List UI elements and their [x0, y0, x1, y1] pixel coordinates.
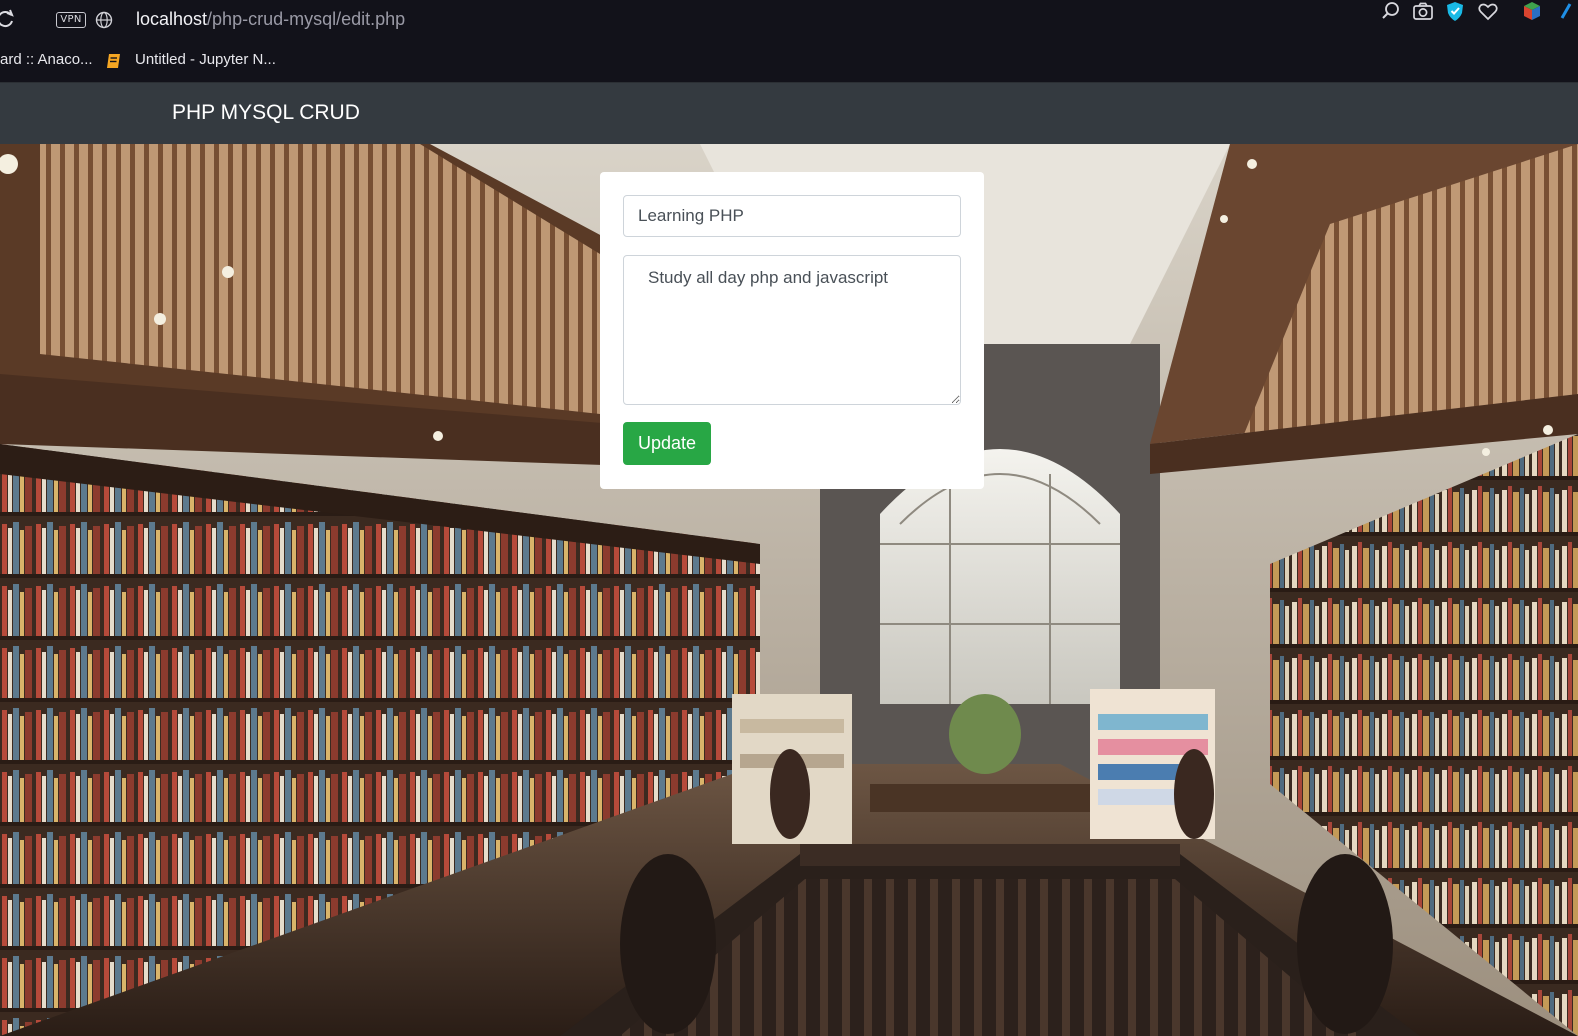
update-button[interactable]: Update: [623, 422, 711, 465]
address-bar: VPN localhost/php-crud-mysql/edit.php: [0, 0, 1578, 40]
menu-icon[interactable]: [1558, 0, 1578, 22]
bookmark-anaconda[interactable]: ard :: Anaco...: [0, 51, 93, 68]
title-input[interactable]: [623, 195, 961, 237]
bookmark-jupyter[interactable]: Untitled - Jupyter N...: [135, 51, 276, 68]
edit-form-card: Study all day php and javascript Update: [600, 172, 984, 489]
url-path: /php-crud-mysql/edit.php: [207, 9, 406, 29]
globe-icon: [95, 11, 113, 29]
url-host: localhost: [136, 9, 208, 29]
reload-icon[interactable]: [0, 9, 14, 29]
camera-icon[interactable]: [1412, 0, 1434, 22]
search-icon[interactable]: [1380, 0, 1402, 22]
shield-icon[interactable]: [1444, 0, 1466, 22]
jupyter-bookmark-icon: [107, 54, 120, 68]
extension-icon[interactable]: [1521, 0, 1543, 22]
description-textarea[interactable]: Study all day php and javascript: [623, 255, 961, 405]
vpn-badge[interactable]: VPN: [56, 12, 86, 28]
navbar-brand[interactable]: PHP MYSQL CRUD: [172, 101, 360, 125]
url-text[interactable]: localhost/php-crud-mysql/edit.php: [136, 9, 405, 30]
navbar: PHP MYSQL CRUD: [0, 82, 1578, 144]
heart-icon[interactable]: [1477, 0, 1499, 22]
bookmarks-bar: ard :: Anaco... Untitled - Jupyter N...: [0, 44, 1578, 78]
browser-chrome: VPN localhost/php-crud-mysql/edit.php ar…: [0, 0, 1578, 82]
